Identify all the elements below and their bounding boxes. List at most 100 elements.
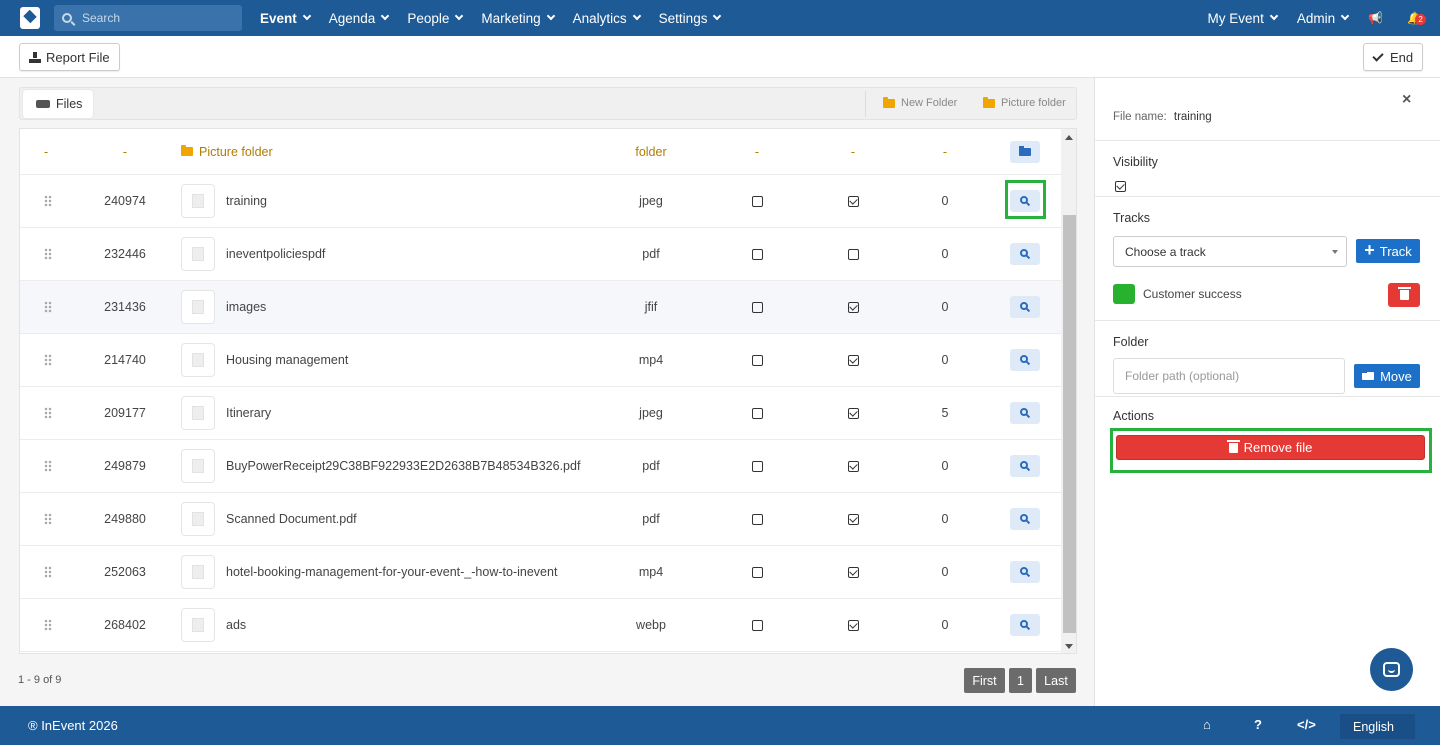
help-icon[interactable]: ? xyxy=(1254,717,1262,732)
download-checkbox[interactable] xyxy=(847,248,859,260)
menu-event[interactable]: Event xyxy=(260,11,312,26)
new-folder-button[interactable]: New Folder xyxy=(883,96,957,109)
drag-handle[interactable] xyxy=(44,281,58,333)
picture-folder-button[interactable]: Picture folder xyxy=(983,96,1066,109)
track-select[interactable]: Choose a track xyxy=(1113,236,1347,267)
scroll-thumb[interactable] xyxy=(1063,215,1076,633)
view-file-button[interactable] xyxy=(1010,349,1040,371)
report-file-button[interactable]: Report File xyxy=(19,43,120,71)
view-file-button[interactable] xyxy=(1010,561,1040,583)
drag-handle[interactable] xyxy=(44,387,58,439)
view-file-button[interactable] xyxy=(1010,243,1040,265)
pager-first-button[interactable]: First xyxy=(964,668,1005,693)
visibility-checkbox[interactable] xyxy=(751,248,763,260)
download-checkbox[interactable] xyxy=(847,407,859,419)
drag-handle[interactable] xyxy=(44,440,58,492)
menu-people[interactable]: People xyxy=(407,11,464,26)
table-row[interactable]: 249879 BuyPowerReceipt29C38BF922933E2D263… xyxy=(20,440,1061,493)
table-row[interactable]: 268402 ads webp 0 xyxy=(20,599,1061,652)
end-button[interactable]: End xyxy=(1363,43,1424,71)
visibility-checkbox[interactable] xyxy=(751,513,763,525)
search-input[interactable]: Search xyxy=(54,5,242,31)
file-name-row: File name: training xyxy=(1113,111,1212,123)
visibility-cell xyxy=(732,175,782,227)
drag-handle[interactable] xyxy=(44,334,58,386)
open-folder-button[interactable] xyxy=(1010,140,1040,163)
table-row[interactable]: 232446 ineventpoliciespdf pdf 0 xyxy=(20,228,1061,281)
inevent-logo[interactable] xyxy=(20,7,40,29)
view-file-button[interactable] xyxy=(1010,614,1040,636)
drag-handle[interactable] xyxy=(44,599,58,651)
menu-marketing[interactable]: Marketing xyxy=(481,11,555,26)
admin-dropdown[interactable]: Admin xyxy=(1297,11,1350,26)
drag-handle[interactable] xyxy=(44,175,58,227)
pager-page-button[interactable]: 1 xyxy=(1009,668,1032,693)
folder-path-input[interactable]: Folder path (optional) xyxy=(1113,358,1345,394)
table-row[interactable]: 214740 Housing management mp4 0 xyxy=(20,334,1061,387)
home-icon[interactable]: ⌂ xyxy=(1203,717,1211,732)
folder-row[interactable]: - - Picture folder folder - - - xyxy=(20,129,1061,175)
magnifier-icon xyxy=(1020,567,1028,575)
visibility-checkbox[interactable] xyxy=(751,566,763,578)
file-id: 252063 xyxy=(104,565,146,579)
drag-handle[interactable] xyxy=(44,228,58,280)
megaphone-icon[interactable]: 📢 xyxy=(1368,11,1383,25)
move-button[interactable]: Move xyxy=(1354,364,1420,388)
visibility-checkbox[interactable] xyxy=(751,195,763,207)
visibility-checkbox[interactable] xyxy=(1115,181,1126,192)
download-checkbox[interactable] xyxy=(847,354,859,366)
table-row[interactable]: 249880 Scanned Document.pdf pdf 0 xyxy=(20,493,1061,546)
visibility-checkbox[interactable] xyxy=(751,460,763,472)
view-file-button[interactable] xyxy=(1010,508,1040,530)
table-row[interactable]: 231436 images jfif 0 xyxy=(20,281,1061,334)
view-file-button[interactable] xyxy=(1010,455,1040,477)
file-count: 0 xyxy=(941,194,949,208)
file-thumbnail xyxy=(181,440,215,492)
ext-cell: folder xyxy=(635,144,667,159)
table-row[interactable]: 252063 hotel-booking-management-for-your-… xyxy=(20,546,1061,599)
drag-handle[interactable] xyxy=(44,493,58,545)
code-icon[interactable]: </> xyxy=(1297,717,1316,732)
download-checkbox[interactable] xyxy=(847,301,859,313)
chat-launcher[interactable] xyxy=(1370,648,1413,691)
files-tabbar: Files New Folder Picture folder xyxy=(19,87,1077,120)
add-track-button[interactable]: + Track xyxy=(1356,239,1420,263)
download-checkbox[interactable] xyxy=(847,619,859,631)
visibility-checkbox[interactable] xyxy=(751,354,763,366)
actions-label: Actions xyxy=(1113,409,1154,423)
table-row[interactable]: 209177 Itinerary jpeg 5 xyxy=(20,387,1061,440)
visibility-checkbox[interactable] xyxy=(751,407,763,419)
remove-track-button[interactable] xyxy=(1388,283,1420,307)
download-checkbox[interactable] xyxy=(847,460,859,472)
file-thumbnail-image xyxy=(181,502,215,536)
my-event-dropdown[interactable]: My Event xyxy=(1208,11,1279,26)
menu-analytics[interactable]: Analytics xyxy=(573,11,641,26)
scroll-down-arrow[interactable] xyxy=(1065,644,1073,649)
download-checkbox[interactable] xyxy=(847,566,859,578)
remove-file-button[interactable]: Remove file xyxy=(1116,435,1425,460)
table-row[interactable]: 240974 training jpeg 0 xyxy=(20,175,1061,228)
visibility-checkbox[interactable] xyxy=(751,301,763,313)
file-extension: jpeg xyxy=(639,194,663,208)
download-checkbox[interactable] xyxy=(847,195,859,207)
folder-open-icon xyxy=(181,145,193,156)
dl-cell: - xyxy=(850,144,856,159)
scroll-up-arrow[interactable] xyxy=(1065,135,1073,140)
scrollbar[interactable] xyxy=(1061,129,1076,653)
chevron-down-icon xyxy=(713,11,722,21)
view-file-button[interactable] xyxy=(1010,296,1040,318)
chevron-down-icon xyxy=(632,11,641,21)
pager-last-button[interactable]: Last xyxy=(1036,668,1076,693)
menu-agenda[interactable]: Agenda xyxy=(329,11,390,26)
tab-files[interactable]: Files xyxy=(23,90,93,118)
visibility-cell xyxy=(732,599,782,651)
bell-icon[interactable]: 🔔2 xyxy=(1407,11,1427,25)
action-cell xyxy=(1010,334,1040,386)
menu-settings[interactable]: Settings xyxy=(659,11,722,26)
download-checkbox[interactable] xyxy=(847,513,859,525)
visibility-checkbox[interactable] xyxy=(751,619,763,631)
language-select[interactable]: English xyxy=(1340,714,1415,739)
view-file-button[interactable] xyxy=(1010,402,1040,424)
file-id: 209177 xyxy=(104,406,146,420)
drag-handle[interactable] xyxy=(44,546,58,598)
